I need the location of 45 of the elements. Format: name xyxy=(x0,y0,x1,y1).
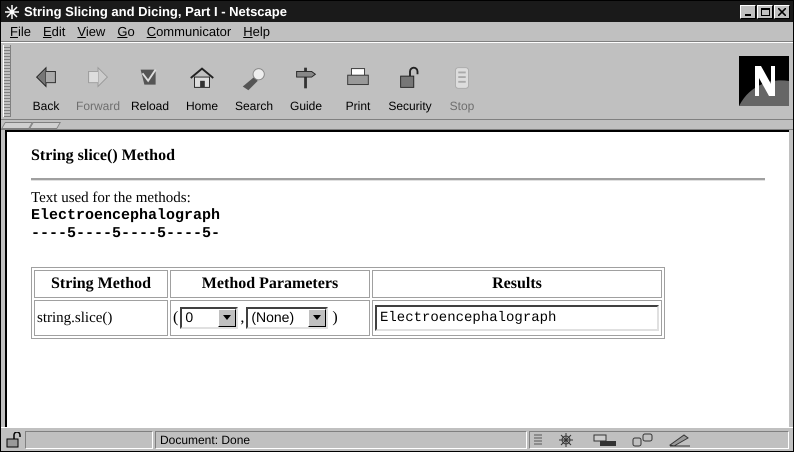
minimize-button[interactable] xyxy=(740,4,756,18)
menu-item[interactable]: Help xyxy=(238,22,275,42)
open-paren: ( xyxy=(173,309,178,326)
toolbar-button[interactable]: Home xyxy=(177,63,227,115)
column-header: String Method xyxy=(34,270,168,298)
dropdown-arrow-icon xyxy=(223,315,232,320)
dropdown[interactable]: 0 xyxy=(180,306,238,328)
status-message: Document: Done xyxy=(155,430,527,448)
result-field[interactable]: Electroencephalograph xyxy=(375,305,659,331)
dropdown-arrow-icon xyxy=(313,315,322,320)
maximize-button[interactable] xyxy=(757,4,773,18)
toolbar-button[interactable]: Search xyxy=(229,63,279,115)
dropdown[interactable]: (None) xyxy=(246,306,328,328)
toolbar-button[interactable]: Guide xyxy=(281,63,331,115)
column-header: Method Parameters xyxy=(170,270,370,298)
column-header: Results xyxy=(372,270,662,298)
menu-item[interactable]: File xyxy=(5,22,36,42)
toolbar-button[interactable]: Reload xyxy=(125,63,175,115)
netscape-logo xyxy=(739,56,789,106)
close-icon xyxy=(778,8,786,16)
grip-icon xyxy=(534,432,542,446)
collapsed-toolbar-tab[interactable] xyxy=(0,122,34,129)
toolbar-grip[interactable] xyxy=(3,45,11,117)
menu-item[interactable]: Edit xyxy=(38,22,70,42)
sample-text: Electroencephalograph xyxy=(31,207,222,225)
intro-text: Text used for the methods: xyxy=(31,189,192,207)
table-cell: string.slice() xyxy=(34,300,168,336)
menu-item[interactable]: View xyxy=(72,22,110,42)
maximize-icon xyxy=(760,8,770,16)
close-paren: ) xyxy=(332,309,338,326)
comma: , xyxy=(240,309,244,326)
menu-item[interactable]: Communicator xyxy=(142,22,236,42)
padlock-icon[interactable] xyxy=(5,432,23,448)
character-ruler: ----5----5----5----5- xyxy=(31,225,222,243)
window-title: String Slicing and Dicing, Part I - Netscape xyxy=(24,2,288,21)
pen-icon[interactable] xyxy=(668,432,692,446)
close-button[interactable] xyxy=(774,4,790,18)
toolbar-button[interactable]: Print xyxy=(333,63,383,115)
menu-item[interactable]: Go xyxy=(112,22,140,42)
toolbar-button[interactable]: Security xyxy=(385,63,435,115)
page-heading: String slice() Method xyxy=(31,146,176,166)
toolbar-button[interactable]: Back xyxy=(21,63,71,115)
minimize-icon xyxy=(745,14,751,16)
app-icon xyxy=(4,4,20,20)
collapsed-toolbar-tab[interactable] xyxy=(28,122,62,129)
